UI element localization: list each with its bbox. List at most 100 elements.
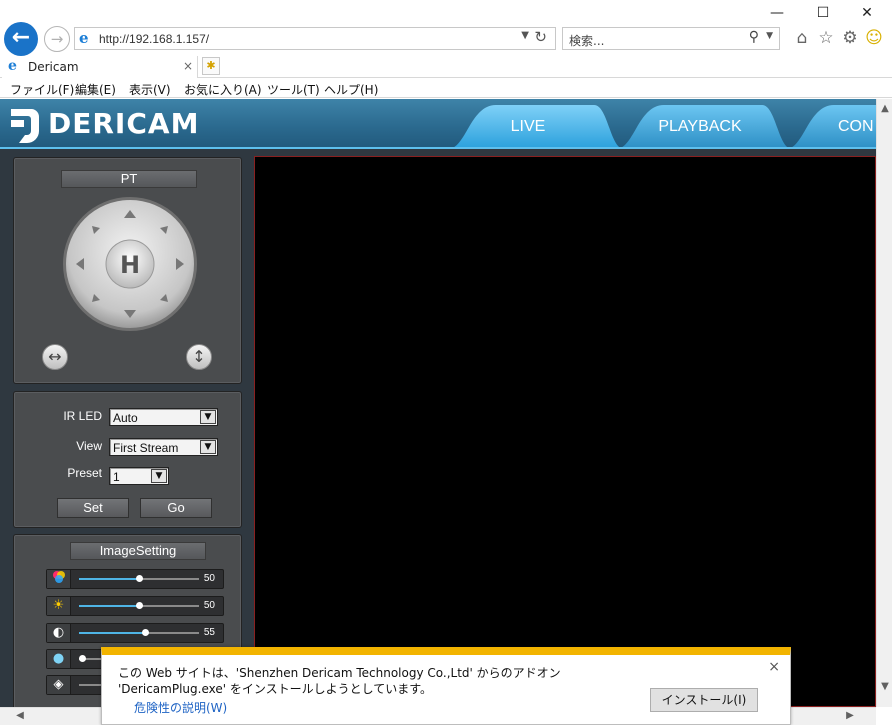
header-divider [0, 147, 876, 149]
favorites-star-icon[interactable]: ☆ [816, 28, 836, 48]
horizontal-cruise-button[interactable]: ↔ [42, 344, 68, 370]
preset-label: Preset [67, 466, 102, 480]
nav-tab-config-label: CON [838, 118, 874, 135]
scroll-left-icon[interactable]: ◀ [12, 708, 28, 724]
ir-led-label: IR LED [63, 409, 102, 423]
saturation-value: 50 [203, 573, 215, 584]
tab-strip: e Dericam × ✱ [0, 56, 892, 78]
sharpness-icon: ◈ [47, 676, 71, 694]
view-label: View [76, 439, 102, 453]
pt-panel: PT H ↔ ↕ [13, 157, 242, 384]
menu-file[interactable]: ファイル(F) [10, 81, 74, 98]
page-viewport: DERICAM LIVE PLAYBACK CON PT H ↔ ↕ IR LE… [0, 99, 876, 707]
forward-button[interactable]: → [44, 26, 70, 52]
slider-thumb[interactable] [136, 575, 143, 582]
risk-explanation-link[interactable]: 危険性の説明(W) [134, 699, 227, 716]
chevron-down-icon: ▼ [151, 469, 167, 483]
minimize-button[interactable]: — [754, 2, 800, 24]
view-value: First Stream [113, 441, 179, 455]
search-input[interactable]: 検索... [569, 32, 604, 49]
site-header: DERICAM LIVE PLAYBACK CON [0, 99, 876, 149]
brightness-icon: ☀ [47, 597, 71, 615]
saturation-row: 50 [46, 569, 224, 589]
home-h-icon: H [120, 251, 140, 279]
forward-arrow-icon: → [50, 30, 64, 48]
menu-favorites[interactable]: お気に入り(A) [184, 81, 262, 98]
address-dropdown-icon[interactable]: ▼ [521, 30, 529, 41]
vertical-cruise-button[interactable]: ↕ [186, 344, 212, 370]
ir-led-value: Auto [113, 411, 138, 425]
search-dropdown-icon[interactable]: ▼ [766, 31, 773, 41]
addon-install-notification: この Web サイトは、'Shenzhen Dericam Technology… [101, 647, 791, 725]
new-tab-button[interactable]: ✱ [202, 57, 220, 75]
contrast-value: 55 [203, 627, 215, 638]
nav-tab-playback-label: PLAYBACK [658, 118, 742, 135]
image-setting-title: ImageSetting [70, 542, 206, 560]
slider-thumb[interactable] [142, 629, 149, 636]
ie-page-icon: e [79, 29, 89, 47]
ir-led-select[interactable]: Auto ▼ [109, 408, 218, 426]
back-button[interactable]: ← [4, 22, 38, 56]
nav-tab-live-label: LIVE [510, 118, 546, 135]
pt-panel-title: PT [61, 170, 197, 188]
hue-icon: ● [47, 650, 71, 668]
home-icon[interactable]: ⌂ [792, 28, 812, 48]
scroll-up-icon[interactable]: ▲ [877, 101, 892, 117]
site-logo-text: DERICAM [48, 107, 200, 140]
maximize-button[interactable]: ☐ [800, 2, 846, 24]
brightness-value: 50 [203, 600, 215, 611]
nav-tab-playback[interactable]: PLAYBACK [620, 105, 780, 149]
address-bar[interactable]: e http://192.168.1.157/ ▼ ↻ [74, 27, 556, 50]
window-titlebar: — ☐ ✕ [0, 0, 892, 24]
notification-close-button[interactable]: × [768, 659, 780, 675]
menu-view[interactable]: 表示(V) [129, 81, 171, 98]
chevron-down-icon: ▼ [200, 410, 216, 424]
preset-go-button[interactable]: Go [140, 498, 212, 518]
install-button[interactable]: インストール(I) [650, 688, 758, 712]
address-row: ← → e http://192.168.1.157/ ▼ ↻ 検索... ⚲ … [0, 22, 892, 56]
refresh-icon[interactable]: ↻ [534, 28, 547, 46]
brightness-row: ☀ 50 [46, 596, 224, 616]
notification-message: この Web サイトは、'Shenzhen Dericam Technology… [118, 666, 561, 696]
saturation-slider[interactable] [79, 575, 199, 582]
chevron-down-icon: ▼ [200, 440, 216, 454]
slider-thumb[interactable] [136, 602, 143, 609]
contrast-row: ◐ 55 [46, 623, 224, 643]
vertical-scrollbar[interactable]: ▲ ▼ [876, 99, 892, 707]
menu-bar: ファイル(F) 編集(E) 表示(V) お気に入り(A) ツール(T) ヘルプ(… [0, 78, 892, 98]
nav-tab-config[interactable]: CON [806, 105, 876, 149]
feedback-smiley-icon[interactable]: ☺ [864, 28, 884, 48]
preset-select[interactable]: 1 ▼ [109, 467, 169, 485]
ie-tab-icon: e [8, 58, 17, 74]
search-icon[interactable]: ⚲ [749, 29, 759, 45]
controls-panel: IR LED Auto ▼ View First Stream ▼ Preset… [13, 391, 242, 528]
address-input[interactable]: http://192.168.1.157/ [99, 32, 209, 46]
horizontal-arrows-icon: ↔ [48, 347, 62, 366]
vertical-arrows-icon: ↕ [192, 347, 206, 366]
preset-value: 1 [113, 470, 120, 484]
settings-gear-icon[interactable]: ⚙ [840, 28, 860, 48]
scroll-down-icon[interactable]: ▼ [877, 679, 892, 695]
menu-help[interactable]: ヘルプ(H) [324, 81, 378, 98]
contrast-icon: ◐ [47, 624, 71, 642]
color-saturation-icon [47, 570, 71, 588]
tab-dericam[interactable]: e Dericam × [2, 56, 198, 78]
close-window-button[interactable]: ✕ [844, 2, 890, 24]
contrast-slider[interactable] [79, 629, 199, 636]
view-select[interactable]: First Stream ▼ [109, 438, 218, 456]
search-bar[interactable]: 検索... ⚲ ▼ [562, 27, 780, 50]
nav-tab-live[interactable]: LIVE [448, 105, 608, 149]
menu-edit[interactable]: 編集(E) [75, 81, 116, 98]
brightness-slider[interactable] [79, 602, 199, 609]
preset-set-button[interactable]: Set [57, 498, 129, 518]
back-arrow-icon: ← [11, 25, 31, 50]
new-tab-icon: ✱ [206, 59, 216, 72]
menu-tools[interactable]: ツール(T) [267, 81, 320, 98]
tab-title: Dericam [28, 60, 79, 74]
slider-thumb[interactable] [79, 655, 86, 662]
dericam-logo-icon [11, 109, 40, 143]
scroll-right-icon[interactable]: ▶ [842, 708, 858, 724]
live-video-area[interactable] [254, 156, 876, 707]
tab-close-button[interactable]: × [183, 59, 193, 73]
ptz-direction-wheel[interactable]: H [62, 196, 198, 332]
